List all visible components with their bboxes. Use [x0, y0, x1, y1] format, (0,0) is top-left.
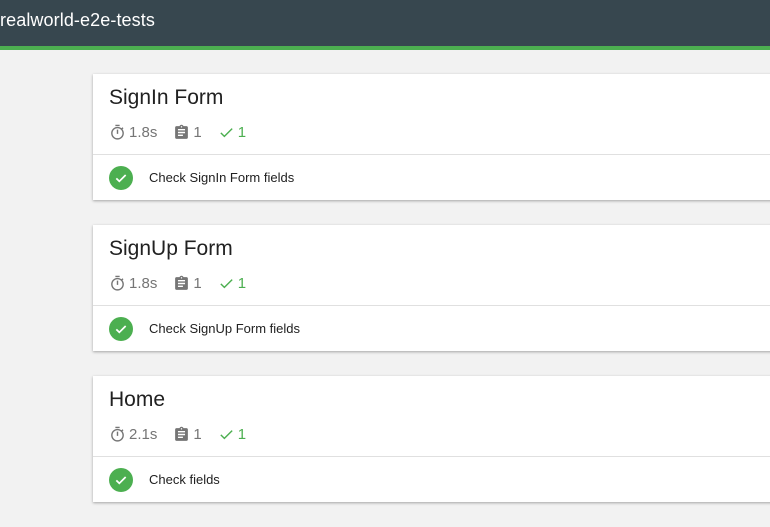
test-row[interactable]: Check SignUp Form fields: [93, 306, 770, 351]
top-app-bar: realworld-e2e-tests: [0, 0, 770, 50]
total-tests-value: 1: [193, 426, 202, 443]
duration-stat: 1.8s: [109, 124, 157, 141]
suite-stats: 1.8s 1 1: [109, 124, 262, 141]
duration-value: 1.8s: [129, 275, 158, 292]
suite-header[interactable]: SignIn Form 1.8s 1 1: [93, 74, 770, 155]
timer-icon: [109, 426, 126, 443]
test-name: Check fields: [149, 472, 220, 487]
clipboard-icon: [173, 426, 190, 443]
check-circle-icon: [109, 316, 133, 341]
total-tests-stat: 1: [173, 275, 202, 292]
passed-stat: 1: [218, 275, 246, 292]
suite-stats: 1.8s 1 1: [109, 275, 262, 292]
duration-value: 1.8s: [129, 124, 158, 141]
suite-header[interactable]: SignUp Form 1.8s 1 1: [93, 225, 770, 306]
clipboard-icon: [173, 275, 190, 292]
timer-icon: [109, 124, 126, 141]
suite-title: Home: [109, 388, 166, 411]
check-circle-icon: [109, 467, 133, 492]
suite-card: SignUp Form 1.8s 1 1 Check SignUp Form f…: [93, 225, 770, 351]
duration-value: 2.1s: [129, 426, 158, 443]
clipboard-icon: [173, 124, 190, 141]
suite-title: SignUp Form: [109, 237, 233, 260]
total-tests-stat: 1: [173, 124, 202, 141]
suite-title: SignIn Form: [109, 86, 224, 109]
test-row[interactable]: Check SignIn Form fields: [93, 155, 770, 200]
duration-stat: 2.1s: [109, 426, 157, 443]
total-tests-stat: 1: [173, 426, 202, 443]
test-name: Check SignUp Form fields: [149, 321, 300, 336]
test-row[interactable]: Check fields: [93, 457, 770, 502]
suites-list: SignIn Form 1.8s 1 1 Check SignIn Form f…: [93, 74, 770, 527]
passed-stat: 1: [218, 426, 246, 443]
passed-value: 1: [237, 426, 247, 443]
check-circle-icon: [109, 165, 133, 190]
suite-card: SignIn Form 1.8s 1 1 Check SignIn Form f…: [93, 74, 770, 200]
passed-value: 1: [237, 275, 247, 292]
suite-stats: 2.1s 1 1: [109, 426, 262, 443]
suite-card: Home 2.1s 1 1 Check fields: [93, 376, 770, 502]
app-title: realworld-e2e-tests: [0, 10, 155, 30]
duration-stat: 1.8s: [109, 275, 157, 292]
check-icon: [218, 124, 235, 141]
total-tests-value: 1: [193, 124, 202, 141]
passed-value: 1: [237, 124, 247, 141]
suite-header[interactable]: Home 2.1s 1 1: [93, 376, 770, 457]
timer-icon: [109, 275, 126, 292]
total-tests-value: 1: [193, 275, 202, 292]
check-icon: [218, 426, 235, 443]
check-icon: [218, 275, 235, 292]
test-name: Check SignIn Form fields: [149, 170, 295, 185]
passed-stat: 1: [218, 124, 246, 141]
